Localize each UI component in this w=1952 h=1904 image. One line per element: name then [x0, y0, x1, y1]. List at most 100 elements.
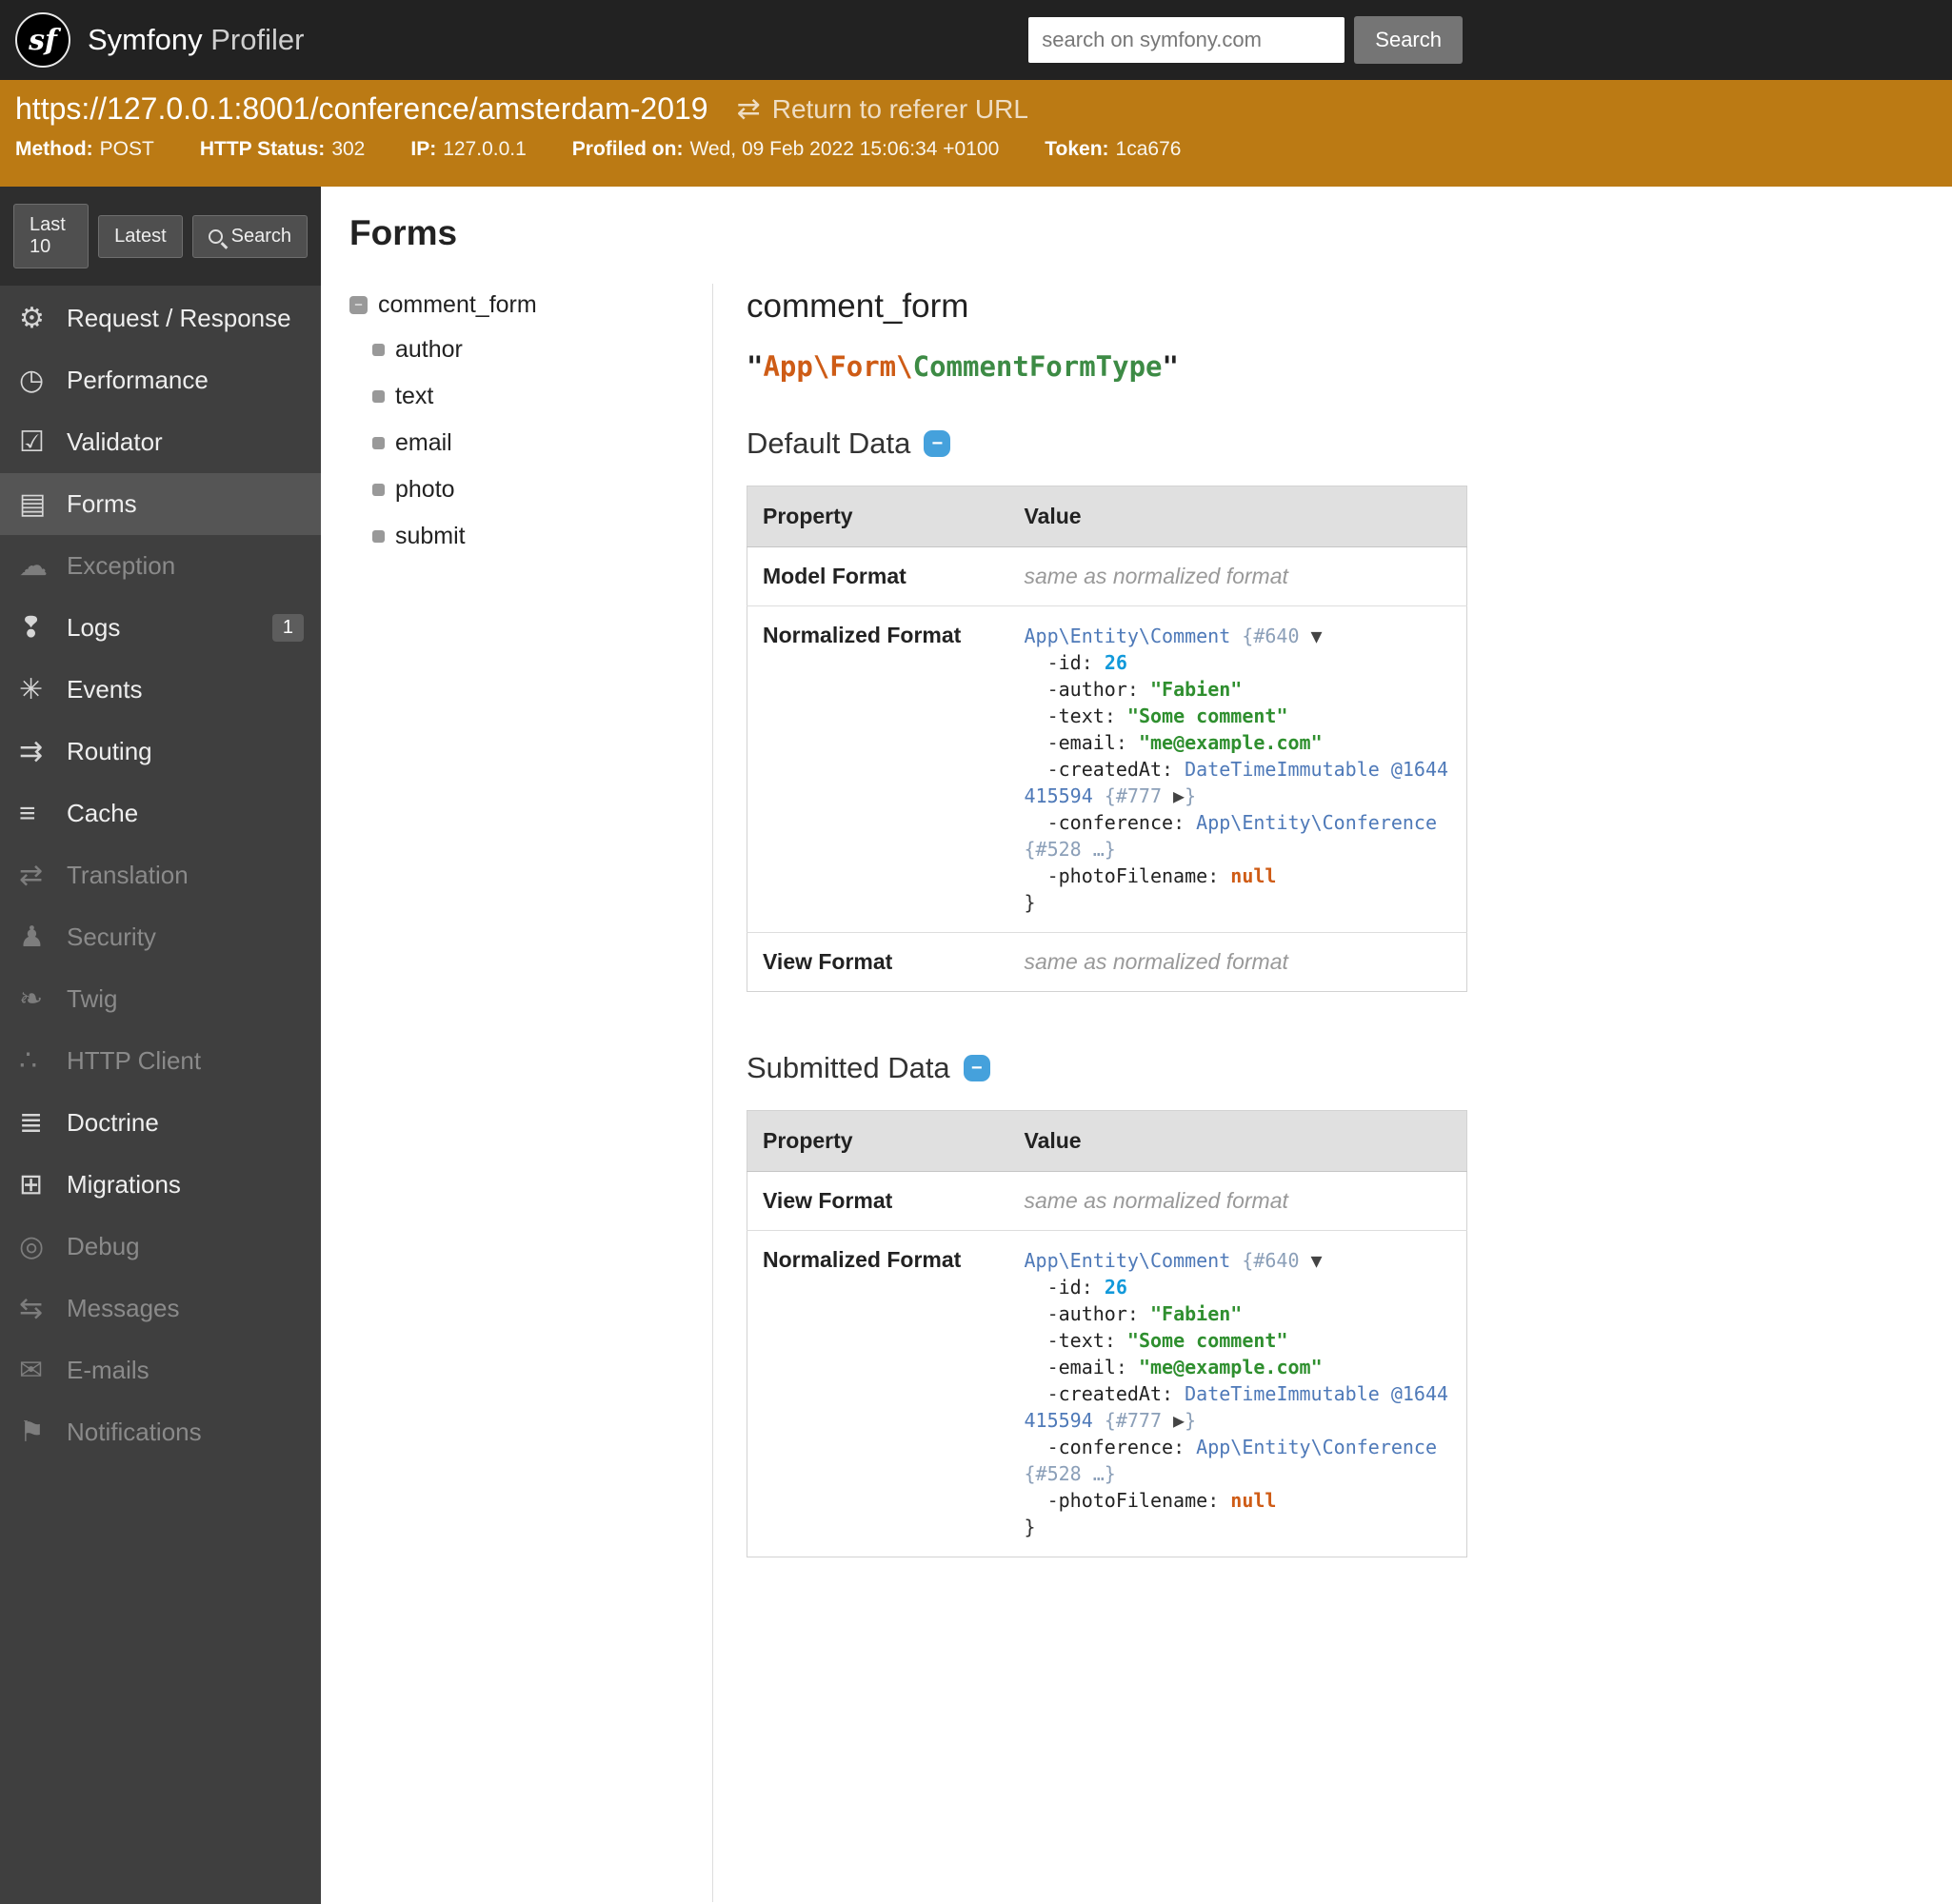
dump-token: "Fabien": [1149, 1302, 1243, 1325]
form-type-class: "App\Form\CommentFormType": [747, 350, 1952, 383]
tree-item-author[interactable]: author: [349, 327, 712, 373]
sidebar-item-notifications: ⚑ Notifications: [0, 1401, 321, 1463]
sidebar-item-request-response[interactable]: ⚙ Request / Response: [0, 288, 321, 349]
collapse-toggle-icon[interactable]: −: [963, 1055, 990, 1081]
dump-token: :: [1207, 1489, 1231, 1512]
stopwatch-icon: ◷: [19, 365, 45, 396]
dump-token: text: [1058, 1329, 1105, 1352]
latest-button[interactable]: Latest: [98, 214, 183, 258]
row-property: Model Format: [747, 546, 1009, 606]
top-bar: sf Symfony Profiler Search: [0, 0, 1952, 80]
meta-value: POST: [99, 138, 154, 160]
tree-item-label: text: [395, 383, 434, 409]
dump-token: App\Entity\Comment: [1024, 625, 1231, 647]
dump-token: :: [1115, 731, 1139, 754]
tree-item-label: photo: [395, 476, 455, 503]
expand-toggle-icon[interactable]: ▼: [1311, 625, 1323, 647]
tree-item-label: email: [395, 429, 452, 456]
row-value: same as normalized format: [1008, 546, 1467, 606]
dump-token: App\Entity\Conference: [1196, 1436, 1438, 1458]
tree-item-email[interactable]: email: [349, 420, 712, 466]
sidebar-item-routing[interactable]: ⇉ Routing: [0, 721, 321, 783]
object-dump: App\Entity\Comment {#640 ▼ -id: 26 -auth…: [1025, 623, 1452, 916]
tree-root-comment-form[interactable]: − comment_form: [349, 291, 712, 319]
dump-line: -email: "me@example.com": [1025, 1354, 1452, 1380]
sidebar-item-logs[interactable]: ❢ Logs 1: [0, 597, 321, 659]
table-header-value: Value: [1008, 486, 1467, 547]
dump-token: 26: [1104, 1276, 1127, 1299]
emails-icon: ✉: [19, 1355, 44, 1386]
meta-label: Method:: [15, 138, 93, 160]
http-client-icon: ∴: [19, 1045, 38, 1077]
tree-item-photo[interactable]: photo: [349, 466, 712, 513]
sidebar-item-events[interactable]: ✳ Events: [0, 659, 321, 721]
form-type-token: ": [747, 350, 764, 383]
data-table-default-data: Property Value Model Format same as normali…: [747, 486, 1467, 992]
dump-token: photoFilename: [1058, 1489, 1208, 1512]
sidebar-item-label: Notifications: [67, 1418, 202, 1446]
dump-line: -email: "me@example.com": [1025, 729, 1452, 756]
debug-icon: ◎: [19, 1231, 45, 1262]
row-property: Normalized Format: [747, 1230, 1009, 1557]
dump-token: App\Entity\Comment: [1024, 1249, 1231, 1272]
symfony-logo[interactable]: sf: [15, 12, 70, 68]
last-10-button[interactable]: Last 10: [13, 204, 90, 268]
sidebar-shortcuts: Last 10 Latest Search: [0, 187, 321, 286]
search-button[interactable]: Search: [191, 214, 308, 258]
dump-token: -: [1024, 678, 1059, 701]
row-value: same as normalized format: [1008, 932, 1467, 992]
sidebar-item-label: Debug: [67, 1232, 140, 1260]
site-search-button[interactable]: Search: [1354, 16, 1463, 64]
site-search-input[interactable]: [1028, 17, 1345, 63]
sidebar-item-messages: ⇆ Messages: [0, 1278, 321, 1339]
tree-item-text[interactable]: text: [349, 373, 712, 420]
dump-token: -: [1024, 1489, 1059, 1512]
dump-token: -: [1024, 1382, 1059, 1405]
dump-token: null: [1230, 864, 1277, 887]
dump-token: -: [1024, 1302, 1059, 1325]
sidebar-item-label: Security: [67, 922, 156, 951]
dump-line: App\Entity\Comment {#640 ▼: [1025, 623, 1452, 649]
sidebar-item-forms[interactable]: ▤ Forms: [0, 473, 321, 535]
row-value-text: same as normalized format: [1024, 949, 1288, 974]
sidebar-item-label: Logs: [67, 613, 121, 642]
row-value-text: same as normalized format: [1024, 564, 1288, 588]
tree-item-submit[interactable]: submit: [349, 513, 712, 560]
sidebar-item-label: Cache: [67, 799, 139, 827]
dump-token: -: [1024, 864, 1059, 887]
events-icon: ✳: [19, 674, 44, 705]
dump-token: conference: [1058, 811, 1174, 834]
sidebar-item-cache[interactable]: ≡ Cache: [0, 783, 321, 844]
collapse-toggle-icon[interactable]: −: [924, 430, 951, 457]
sidebar-item-doctrine[interactable]: ≣ Doctrine: [0, 1092, 321, 1154]
sidebar-item-migrations[interactable]: ⊞ Migrations: [0, 1154, 321, 1216]
expand-toggle-icon[interactable]: ▼: [1311, 1249, 1323, 1272]
tree-collapse-icon[interactable]: −: [349, 296, 368, 314]
sidebar-item-performance[interactable]: ◷ Performance: [0, 349, 321, 411]
last-10-label: Last 10: [30, 214, 66, 257]
sidebar-item-debug: ◎ Debug: [0, 1216, 321, 1278]
dump-token: -: [1024, 731, 1059, 754]
expand-toggle-icon[interactable]: ▶: [1173, 784, 1185, 807]
doctrine-icon: ≣: [19, 1107, 44, 1139]
expand-toggle-icon[interactable]: ▶: [1173, 1409, 1185, 1432]
row-property: View Format: [747, 1171, 1009, 1231]
sidebar-item-label: Exception: [67, 551, 176, 580]
status-meta-item: Method: POST: [15, 138, 154, 161]
status-meta-item: Token: 1ca676: [1045, 138, 1181, 161]
sidebar-item-label: Events: [67, 675, 143, 704]
dump-token: :: [1081, 651, 1105, 674]
sidebar-item-validator[interactable]: ☑ Validator: [0, 411, 321, 473]
gears-icon: ⚙: [19, 303, 45, 334]
return-to-referer-link[interactable]: ⇄ Return to referer URL: [737, 92, 1028, 126]
meta-value: 127.0.0.1: [443, 138, 527, 160]
dump-token: -: [1024, 651, 1059, 674]
meta-label: HTTP Status:: [199, 138, 326, 160]
app-title-main: Symfony: [88, 23, 203, 56]
dump-line: -id: 26: [1025, 649, 1452, 676]
app-title: Symfony Profiler: [88, 23, 304, 57]
table-row: View Format same as normalized format: [747, 932, 1467, 992]
dump-token: :: [1162, 1382, 1185, 1405]
sidebar-item-label: Twig: [67, 984, 118, 1013]
dump-token: {#777: [1104, 784, 1174, 807]
